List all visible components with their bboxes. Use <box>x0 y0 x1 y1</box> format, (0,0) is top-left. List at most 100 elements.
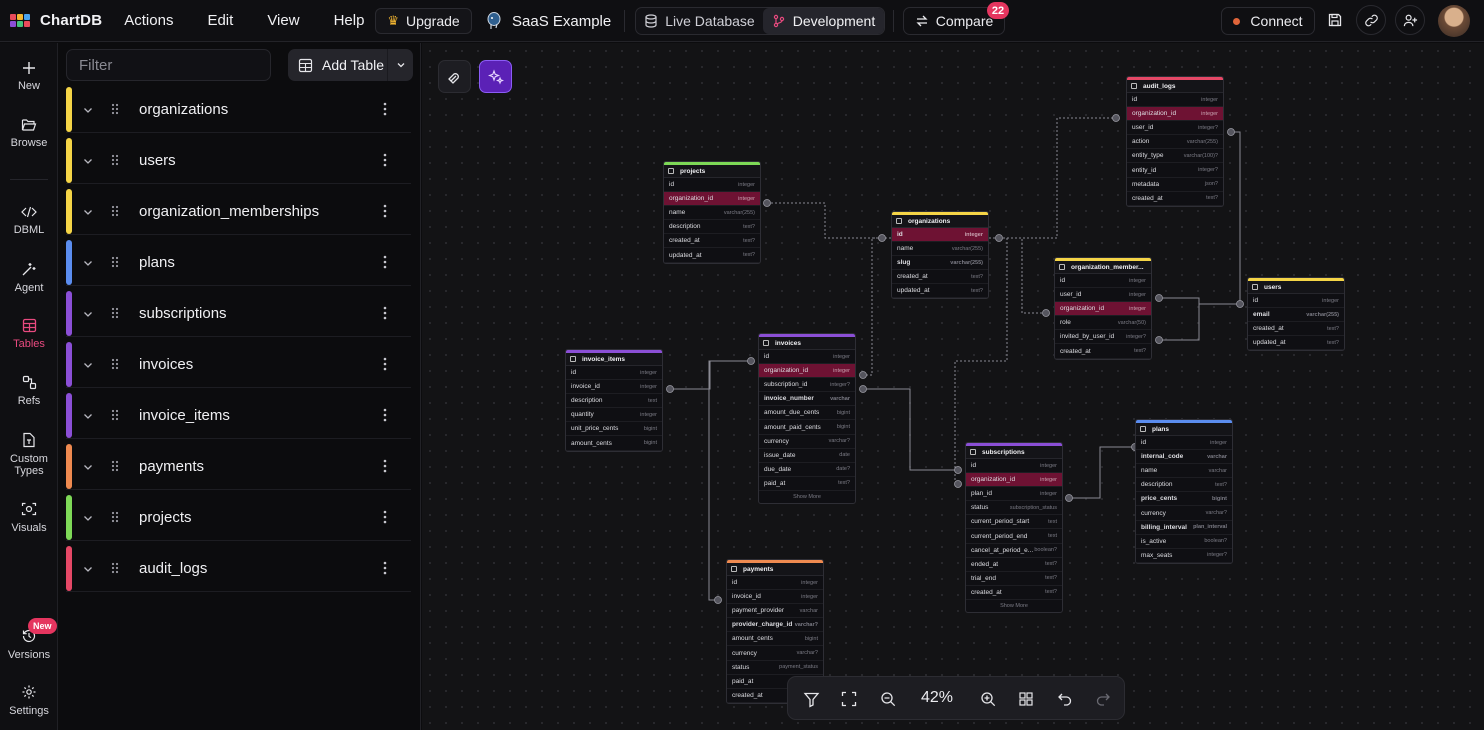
erd-field-row[interactable]: billing_interval plan_interval <box>1136 521 1232 535</box>
erd-field-row[interactable]: organization_id integer <box>1127 107 1223 122</box>
rail-tables[interactable]: Tables <box>0 318 58 350</box>
erd-field-row[interactable]: provider_charge_id varchar? <box>727 618 823 633</box>
more-vertical-icon[interactable] <box>382 254 388 270</box>
erd-field-row[interactable]: cancel_at_period_e... boolean? <box>966 544 1062 558</box>
erd-field-row[interactable]: payment_provider varchar <box>727 604 823 619</box>
connect-button[interactable]: Connect <box>1221 7 1315 35</box>
erd-field-row[interactable]: status payment_status <box>727 661 823 675</box>
erd-field-row[interactable]: updated_at text? <box>892 284 988 299</box>
more-vertical-icon[interactable] <box>382 305 388 321</box>
erd-field-row[interactable]: created_at text? <box>1248 322 1344 337</box>
user-avatar[interactable] <box>1438 5 1470 37</box>
menu-edit[interactable]: Edit <box>207 12 233 29</box>
more-vertical-icon[interactable] <box>382 203 388 219</box>
upgrade-button[interactable]: ♛ Upgrade <box>375 8 472 34</box>
erd-field-row[interactable]: invited_by_user_id integer? <box>1055 330 1151 345</box>
erd-table-invoices[interactable]: invoices id integer organization_id integer s… <box>758 333 856 504</box>
erd-field-row[interactable]: max_seats integer? <box>1136 549 1232 563</box>
rail-new[interactable]: New <box>0 61 58 92</box>
rail-settings[interactable]: Settings <box>0 684 58 717</box>
chevron-down-icon[interactable] <box>82 461 94 473</box>
more-vertical-icon[interactable] <box>382 560 388 576</box>
erd-field-row[interactable]: organization_id integer <box>759 364 855 379</box>
redo-button[interactable] <box>1092 688 1114 710</box>
erd-table-invoice-items[interactable]: invoice_items id integer invoice_id integer d… <box>565 349 663 452</box>
rail-browse[interactable]: Browse <box>0 118 58 149</box>
rail-refs[interactable]: Refs <box>0 375 58 407</box>
drag-handle-icon[interactable] <box>110 459 120 473</box>
erd-field-row[interactable]: organization_id integer <box>664 192 760 207</box>
more-vertical-icon[interactable] <box>382 407 388 423</box>
arrange-grid-button[interactable] <box>1015 688 1037 710</box>
drag-handle-icon[interactable] <box>110 561 120 575</box>
erd-field-row[interactable]: id integer <box>1127 93 1223 108</box>
more-vertical-icon[interactable] <box>382 356 388 372</box>
erd-field-row[interactable]: due_date date? <box>759 463 855 477</box>
add-user-button[interactable] <box>1395 5 1425 35</box>
erd-table-header[interactable]: organization_member... <box>1055 258 1151 274</box>
table-list-item[interactable]: audit_logs <box>66 546 411 592</box>
erd-field-row[interactable]: amount_cents bigint <box>727 632 823 647</box>
erd-table-header[interactable]: subscriptions <box>966 443 1062 459</box>
table-list-item[interactable]: organization_memberships <box>66 189 411 235</box>
save-button[interactable] <box>1320 5 1350 35</box>
erd-field-row[interactable]: internal_code varchar <box>1136 450 1232 465</box>
chevron-down-icon[interactable] <box>82 104 94 116</box>
erd-table-header[interactable]: organizations <box>892 212 988 228</box>
erd-field-row[interactable]: created_at text? <box>1127 192 1223 206</box>
zoom-in-button[interactable] <box>977 688 999 710</box>
chevron-down-icon[interactable] <box>82 410 94 422</box>
erd-field-row[interactable]: id integer <box>664 178 760 193</box>
erd-field-row[interactable]: created_at text? <box>1055 344 1151 359</box>
show-more-button[interactable]: Show More <box>759 491 855 503</box>
erd-field-row[interactable]: quantity integer <box>566 408 662 423</box>
erd-field-row[interactable]: organization_id integer <box>1055 302 1151 317</box>
table-list-item[interactable]: projects <box>66 495 411 541</box>
menu-actions[interactable]: Actions <box>124 12 173 29</box>
erd-field-row[interactable]: invoice_id integer <box>566 380 662 395</box>
erd-table-header[interactable]: users <box>1248 278 1344 294</box>
env-live-database[interactable]: Live Database <box>636 8 763 34</box>
more-vertical-icon[interactable] <box>382 509 388 525</box>
erd-table-plans[interactable]: plans id integer internal_code varchar name va… <box>1135 419 1233 564</box>
filter-button[interactable] <box>800 688 822 710</box>
more-vertical-icon[interactable] <box>382 152 388 168</box>
erd-field-row[interactable]: paid_at text? <box>759 477 855 491</box>
erd-field-row[interactable]: currency varchar? <box>759 435 855 449</box>
table-list-item[interactable]: organizations <box>66 87 411 133</box>
erd-table-organization-memberships[interactable]: organization_member... id integer user_id in… <box>1054 257 1152 360</box>
erd-field-row[interactable]: amount_paid_cents bigint <box>759 420 855 435</box>
erd-field-row[interactable]: id integer <box>892 228 988 243</box>
erd-field-row[interactable]: plan_id integer <box>966 487 1062 502</box>
erd-field-row[interactable]: is_active boolean? <box>1136 535 1232 549</box>
erd-field-row[interactable]: price_cents bigint <box>1136 492 1232 507</box>
erd-table-organizations[interactable]: organizations id integer name varchar(255) sl… <box>891 211 989 300</box>
drag-handle-icon[interactable] <box>110 357 120 371</box>
erd-field-row[interactable]: name varchar(255) <box>664 206 760 221</box>
add-table-main[interactable]: Add Table <box>288 49 388 81</box>
erd-field-row[interactable]: ended_at text? <box>966 558 1062 572</box>
table-list-item[interactable]: invoices <box>66 342 411 388</box>
erd-field-row[interactable]: invoice_number varchar <box>759 392 855 407</box>
chevron-down-icon[interactable] <box>82 155 94 167</box>
erd-field-row[interactable]: currency varchar? <box>1136 506 1232 521</box>
erd-field-row[interactable]: email varchar(255) <box>1248 308 1344 323</box>
erd-field-row[interactable]: issue_date date <box>759 449 855 463</box>
chevron-down-icon[interactable] <box>82 206 94 218</box>
erd-field-row[interactable]: created_at text? <box>892 270 988 285</box>
table-list-item[interactable]: subscriptions <box>66 291 411 337</box>
erd-field-row[interactable]: description text? <box>664 220 760 235</box>
erd-field-row[interactable]: id integer <box>1136 436 1232 451</box>
drag-handle-icon[interactable] <box>110 204 120 218</box>
chevron-down-icon[interactable] <box>82 257 94 269</box>
erd-field-row[interactable]: role varchar(50) <box>1055 316 1151 331</box>
more-vertical-icon[interactable] <box>382 101 388 117</box>
table-list-item[interactable]: payments <box>66 444 411 490</box>
erd-field-row[interactable]: amount_cents bigint <box>566 436 662 451</box>
erd-field-row[interactable]: status subscription_status <box>966 501 1062 516</box>
erd-field-row[interactable]: entity_id integer? <box>1127 163 1223 178</box>
drag-handle-icon[interactable] <box>110 153 120 167</box>
menu-help[interactable]: Help <box>334 12 365 29</box>
erd-table-projects[interactable]: projects id integer organization_id integer n… <box>663 161 761 264</box>
erd-table-header[interactable]: payments <box>727 560 823 576</box>
